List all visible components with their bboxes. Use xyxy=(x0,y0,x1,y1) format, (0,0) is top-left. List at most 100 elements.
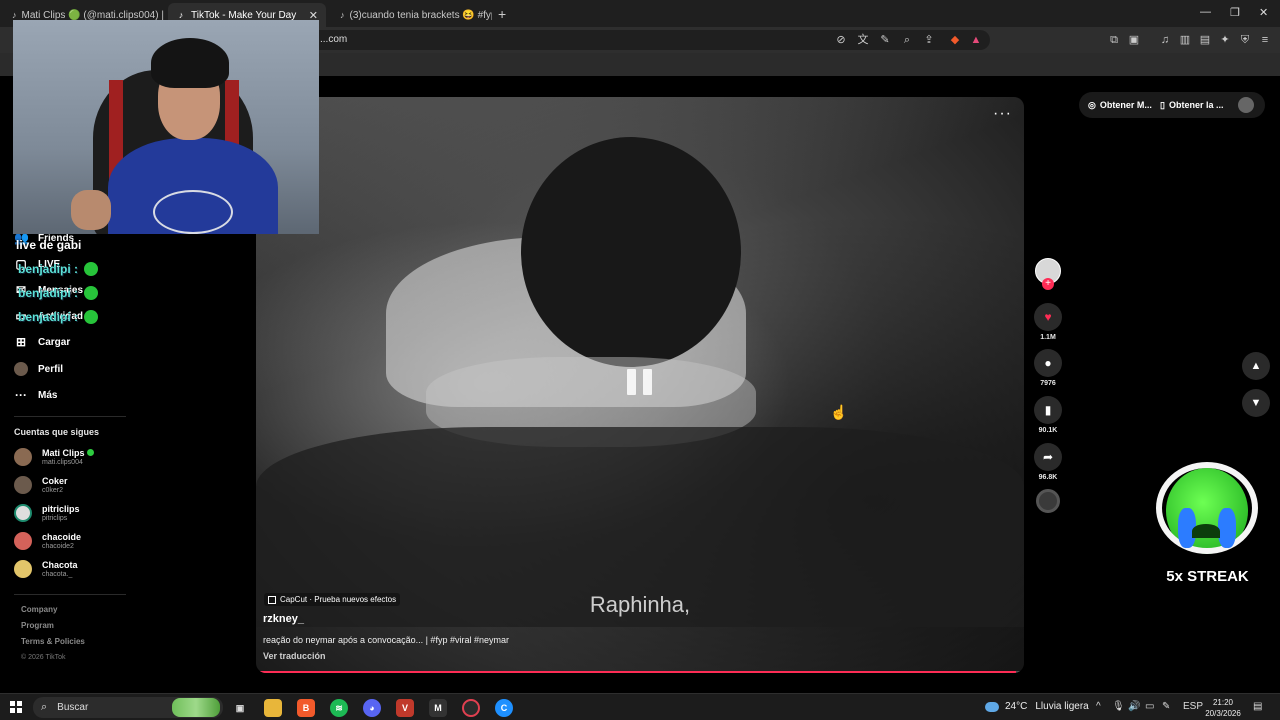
volume-icon[interactable]: 🔊 xyxy=(1128,701,1140,712)
screenshot-icon[interactable]: ▣ xyxy=(1126,32,1142,48)
crying-streak-icon xyxy=(1154,460,1260,560)
restore-icon[interactable]: ❐ xyxy=(1230,6,1240,19)
share-button[interactable]: ➦ 96.8K xyxy=(1033,443,1063,481)
footer-link-terms[interactable]: Terms & Policies xyxy=(21,637,85,646)
edit-icon[interactable]: ✎ xyxy=(877,32,893,48)
sidebar-toggle-icon[interactable]: ▥ xyxy=(1177,32,1193,48)
network-icon[interactable]: ▭ xyxy=(1145,701,1154,712)
app-m-icon[interactable]: M xyxy=(429,699,447,717)
follow-plus-icon[interactable]: + xyxy=(1042,278,1054,290)
account-handle: pitriclips xyxy=(42,515,68,522)
language-indicator[interactable]: ESP xyxy=(1183,701,1203,712)
url-text: ...com xyxy=(320,34,348,45)
avatar xyxy=(14,560,32,578)
leo-icon[interactable]: ✦ xyxy=(1217,32,1233,48)
sidebar-item-profile[interactable]: Perfil xyxy=(14,362,63,376)
new-tab-icon[interactable]: + xyxy=(498,6,506,22)
pen-icon[interactable]: ✎ xyxy=(1162,701,1170,712)
clock-time: 21:20 xyxy=(1212,698,1234,707)
media-icon[interactable]: ♫ xyxy=(1157,32,1173,48)
more-options-icon[interactable]: ··· xyxy=(993,105,1012,123)
effect-badge[interactable]: CapCut · Prueba nuevos efectos xyxy=(264,593,401,606)
webcam-scene xyxy=(71,190,111,230)
windows-start-icon[interactable] xyxy=(10,701,22,713)
emoji-mouth xyxy=(1192,524,1220,538)
see-translation-link[interactable]: Ver traducción xyxy=(263,651,326,661)
footer-link-company[interactable]: Company xyxy=(21,605,57,614)
video-player[interactable]: ··· Raphinha, CapCut · Prueba nuevos efe… xyxy=(256,97,1024,673)
user-avatar[interactable] xyxy=(1238,97,1254,113)
get-app-button[interactable]: ▯ Obtener la ... xyxy=(1160,94,1223,116)
upload-icon: ⊞ xyxy=(15,335,27,349)
account-name: chacoide xyxy=(42,532,82,542)
footer-link-program[interactable]: Program xyxy=(21,621,54,630)
minimize-icon[interactable]: — xyxy=(1200,6,1211,18)
following-section-title: Cuentas que sigues xyxy=(14,427,100,437)
divider xyxy=(14,416,126,417)
rewards-icon[interactable]: ▲ xyxy=(968,32,984,48)
pause-icon[interactable] xyxy=(624,365,656,401)
sidebar-item-upload[interactable]: ⊞ Cargar xyxy=(14,335,70,349)
task-view-icon[interactable]: ▣ xyxy=(231,699,249,717)
sidebar-item-label: Cargar xyxy=(38,336,71,348)
video-author[interactable]: rzkney_ xyxy=(263,613,304,625)
followed-account[interactable]: Mati Clips mati.clips004 xyxy=(14,448,94,466)
windows-taskbar: ⌕ Buscar ▣ B ≋ ◕ V M C 24°C Lluvia liger… xyxy=(0,693,1280,720)
discord-icon[interactable]: ◕ xyxy=(363,699,381,717)
notifications-icon[interactable]: ▤ xyxy=(1253,701,1262,712)
wallet-icon[interactable]: ▤ xyxy=(1197,32,1213,48)
search-icon: ⌕ xyxy=(41,701,48,713)
tab-title: (3)cuando tenia brackets 😆 #fyp #lin xyxy=(349,9,493,21)
save-button[interactable]: ▮ 90.1K xyxy=(1033,396,1063,434)
webcam-scene xyxy=(153,190,233,234)
stream-title: live de gabi xyxy=(16,238,82,252)
account-name: Chacota xyxy=(42,560,78,570)
brave-shield-icon[interactable]: ◆ xyxy=(947,32,963,48)
avatar xyxy=(14,504,32,522)
sound-disc-icon[interactable] xyxy=(1036,489,1060,513)
followed-account[interactable]: pitriclips pitriclips xyxy=(14,504,80,522)
spotify-icon[interactable]: ≋ xyxy=(330,699,348,717)
webcam-scene xyxy=(151,38,229,88)
chat-user: benjadipi : xyxy=(18,286,78,300)
chevron-up-icon: ▲ xyxy=(1250,360,1262,372)
obs-icon[interactable] xyxy=(462,699,480,717)
tray-expand-icon[interactable]: ^ xyxy=(1096,701,1101,712)
comment-button[interactable]: ● 7976 xyxy=(1033,349,1063,387)
progress-fill xyxy=(256,671,1017,673)
sidebar-item-more[interactable]: ··· Más xyxy=(14,388,57,402)
close-window-icon[interactable]: ✕ xyxy=(1259,6,1268,19)
live-badge-icon xyxy=(86,449,94,456)
phone-icon: ▯ xyxy=(1160,99,1165,110)
no-tracking-icon[interactable]: ⊘ xyxy=(833,32,849,48)
share-icon[interactable]: ⇪ xyxy=(921,32,937,48)
account-handle: chacota._ xyxy=(42,571,73,578)
voicemeeter-icon[interactable]: V xyxy=(396,699,414,717)
divider xyxy=(14,594,126,595)
capcut-app-icon[interactable]: C xyxy=(495,699,513,717)
microphone-icon[interactable]: 🎙 xyxy=(1112,701,1125,712)
next-video-button[interactable]: ▼ xyxy=(1242,389,1270,417)
weather-widget[interactable]: 24°C Lluvia ligera xyxy=(985,701,1089,712)
file-explorer-icon[interactable] xyxy=(264,699,282,717)
followed-account[interactable]: Coker c0ker2 xyxy=(14,476,68,494)
like-button[interactable]: ♥ 1.1M xyxy=(1033,303,1063,341)
progress-bar[interactable] xyxy=(256,671,1024,673)
video-caption: reação do neymar após a convocação... | … xyxy=(263,635,509,645)
bookmark-icon: ▮ xyxy=(1034,396,1062,424)
tab-title: TikTok - Make Your Day xyxy=(191,9,297,21)
brave-browser-icon[interactable]: B xyxy=(297,699,315,717)
tab-brackets[interactable]: ♪ (3)cuando tenia brackets 😆 #fyp #lin xyxy=(332,3,492,27)
extensions-icon[interactable]: ⧉ xyxy=(1106,32,1122,48)
get-coins-button[interactable]: ◎ Obtener M... xyxy=(1088,94,1152,116)
vpn-icon[interactable]: ⛨ xyxy=(1237,32,1253,48)
copyright: © 2026 TikTok xyxy=(21,654,66,661)
capcut-icon xyxy=(268,595,276,604)
system-clock[interactable]: 21:20 20/3/2026 xyxy=(1203,697,1243,719)
translate-icon[interactable]: 文 xyxy=(855,32,871,48)
previous-video-button[interactable]: ▲ xyxy=(1242,352,1270,380)
followed-account[interactable]: Chacota chacota._ xyxy=(14,560,78,578)
followed-account[interactable]: chacoide chacoide2 xyxy=(14,532,81,550)
menu-icon[interactable]: ≡ xyxy=(1257,32,1273,48)
zoom-icon[interactable]: ⌕ xyxy=(899,32,915,48)
